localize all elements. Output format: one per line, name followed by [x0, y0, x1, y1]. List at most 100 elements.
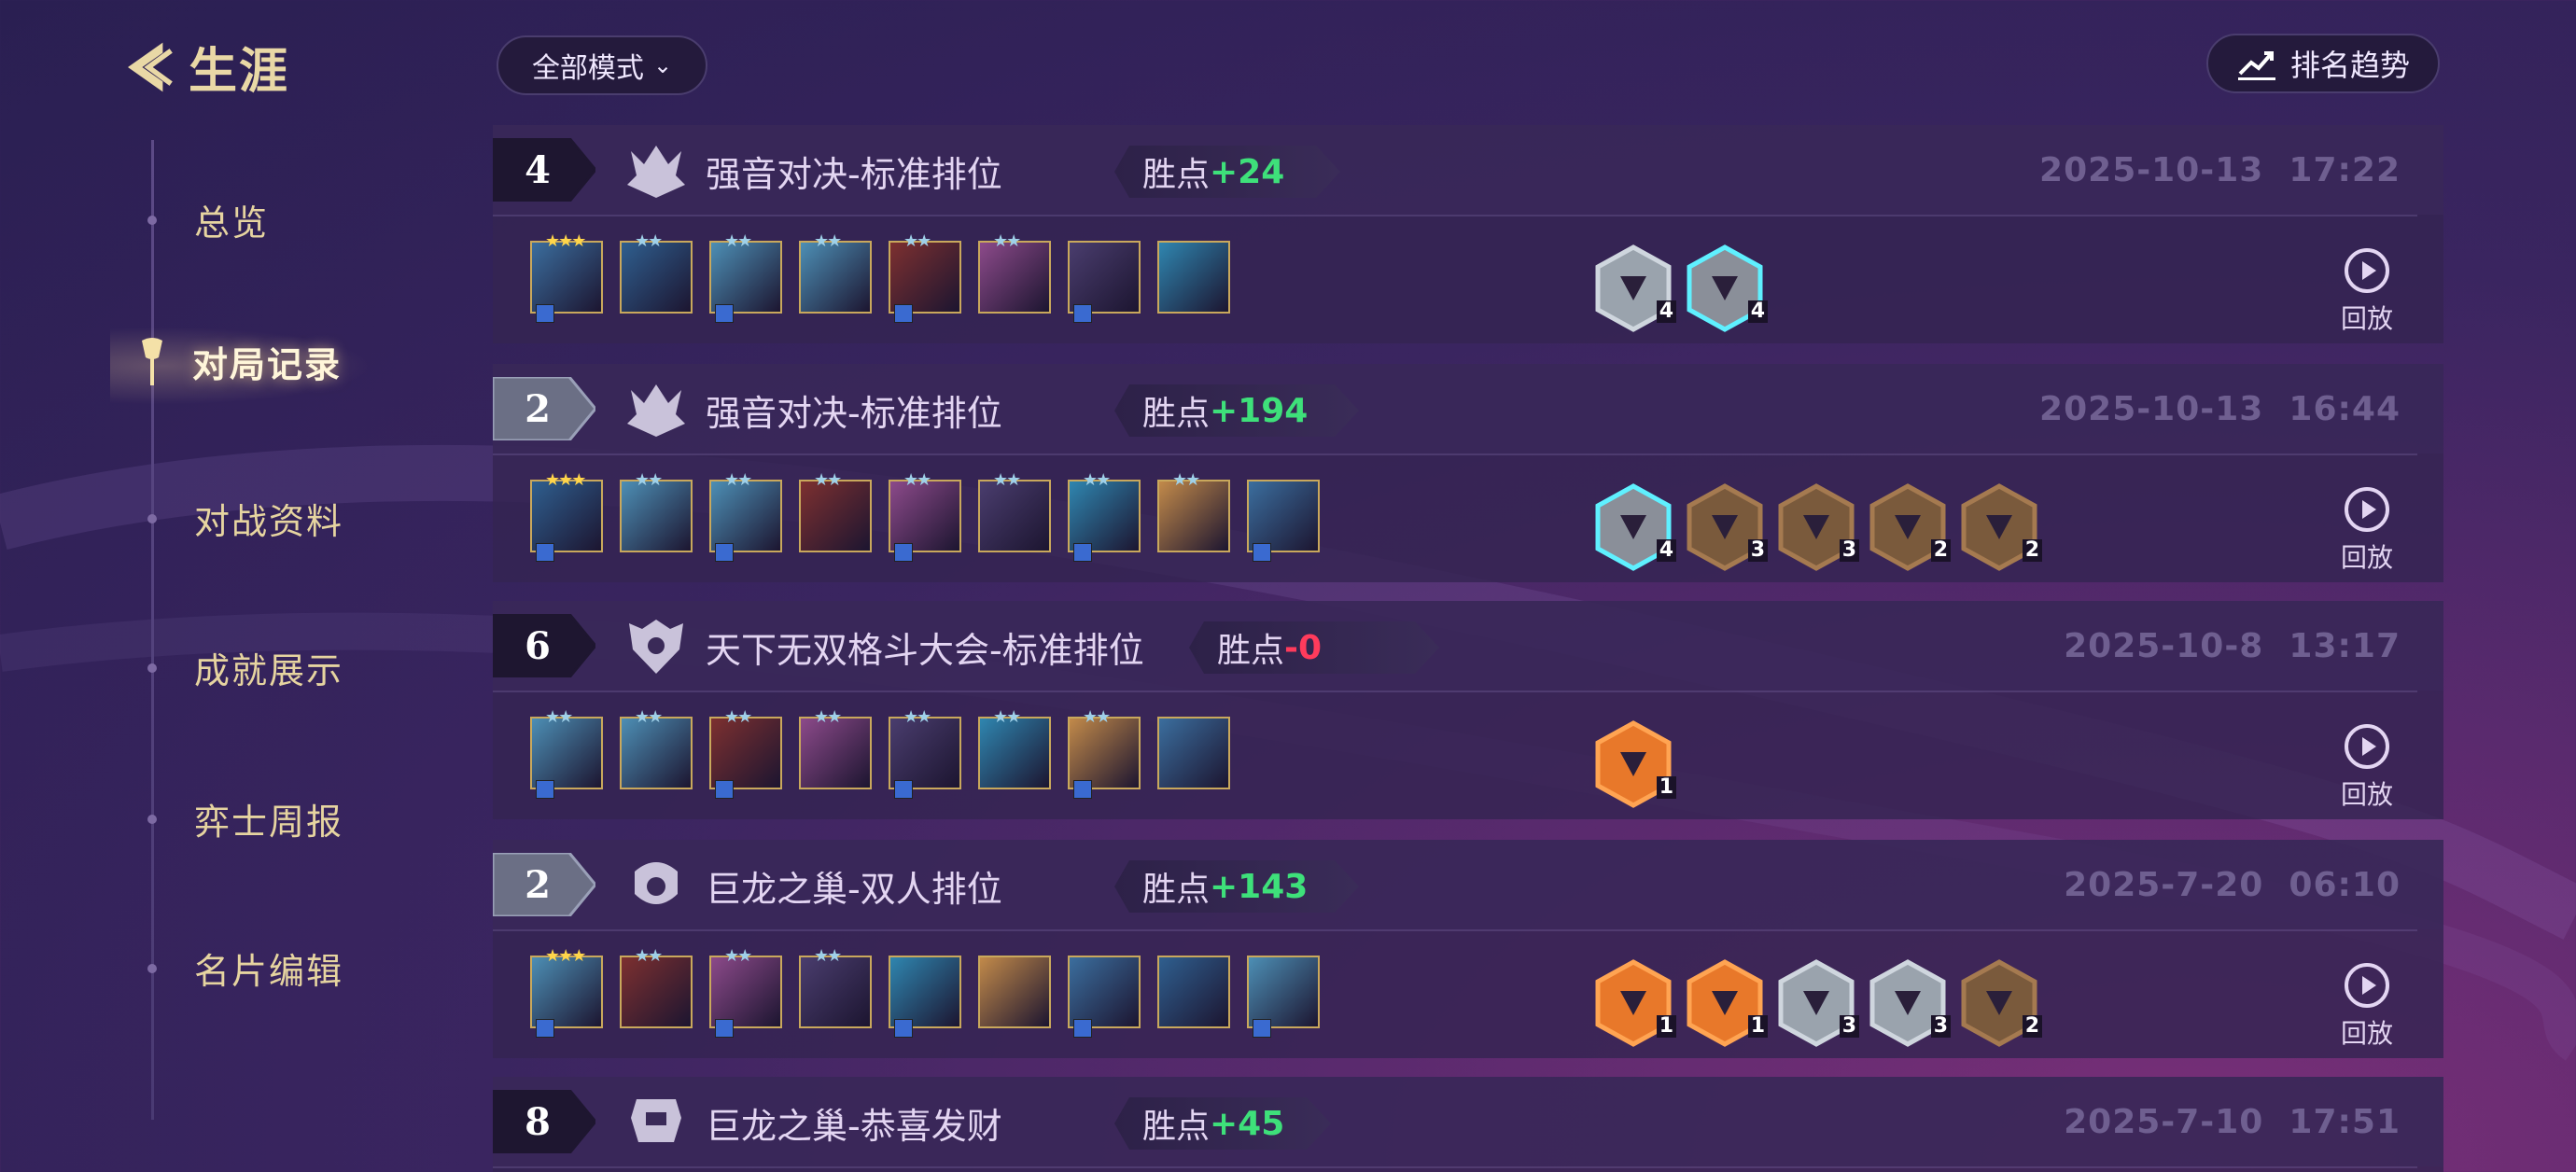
match-card[interactable]: 6 天下无双格斗大会-标准排位 胜点 -0 2025-10-8 13:17 ★★ ★★ ★★ ★… [493, 601, 2443, 819]
champion-portrait[interactable] [1068, 956, 1141, 1038]
replay-button[interactable]: 回放 [2341, 485, 2393, 575]
trait-badge[interactable]: 2 [1960, 483, 2042, 571]
trait-badge[interactable]: 1 [1686, 959, 1768, 1047]
champion-portrait[interactable] [1157, 241, 1230, 314]
trait-badge[interactable]: 3 [1777, 483, 1859, 571]
trait-badge[interactable]: 1 [1594, 720, 1676, 808]
champion-portrait[interactable]: ★★ [620, 946, 693, 1028]
item-icon [536, 543, 554, 562]
champion-portrait[interactable]: ★★★ [530, 231, 603, 323]
game-mode-name: 强音对决-标准排位 [706, 393, 1002, 434]
sidebar-item-label: 名片编辑 [194, 951, 344, 992]
mode-filter-dropdown[interactable]: 全部模式 ⌄ [497, 35, 707, 95]
champion-portrait[interactable]: ★★ [799, 470, 872, 552]
lp-delta: +143 [1210, 867, 1309, 906]
match-card[interactable]: 8 巨龙之巢-恭喜发财 胜点 +45 2025-7-10 17:51 [493, 1077, 2443, 1172]
trait-badge[interactable]: 4 [1594, 483, 1676, 571]
trait-badge[interactable]: 1 [1594, 959, 1676, 1047]
sidebar-item-overview[interactable]: 总览 [140, 194, 269, 245]
star-level-icon: ★★ [635, 946, 663, 966]
star-level-icon: ★★ [1172, 470, 1200, 490]
champion-portrait[interactable]: ★★ [620, 470, 693, 552]
champion-portrait[interactable] [1157, 717, 1230, 789]
back-button[interactable]: 生涯 [118, 32, 289, 102]
lp-delta: +194 [1210, 391, 1309, 430]
champion-portrait[interactable]: ★★★ [530, 470, 603, 562]
replay-button[interactable]: 回放 [2341, 961, 2393, 1051]
champion-portrait[interactable]: ★★★ [530, 946, 603, 1038]
trait-badge[interactable]: 3 [1869, 959, 1951, 1047]
champion-portrait[interactable]: ★★ [799, 946, 872, 1028]
trait-badge[interactable]: 4 [1686, 244, 1768, 332]
champion-portrait[interactable]: ★★ [889, 231, 961, 323]
mode-filter-label: 全部模式 [531, 52, 644, 85]
match-card[interactable]: 2 巨龙之巢-双人排位 胜点 +143 2025-7-20 06:10 ★★★ ★★ ★★ ★★… [493, 840, 2443, 1058]
trait-count: 3 [1839, 539, 1859, 562]
trait-list: 4 3 3 2 2 [1594, 483, 2042, 571]
sidebar-item-achievements[interactable]: 成就展示 [140, 642, 343, 693]
match-datetime: 2025-10-13 16:44 [2039, 390, 2401, 428]
match-date: 2025-10-13 [2039, 390, 2264, 428]
trait-badge[interactable]: 4 [1594, 244, 1676, 332]
match-datetime: 2025-10-8 13:17 [2064, 627, 2401, 665]
star-level-icon: ★★ [724, 470, 752, 490]
placement-number: 2 [525, 862, 551, 907]
champion-portrait[interactable]: ★★ [709, 707, 782, 799]
match-datetime: 2025-10-13 17:22 [2039, 151, 2401, 189]
champion-portrait[interactable]: ★★ [620, 707, 693, 789]
replay-button[interactable]: 回放 [2341, 722, 2393, 812]
champion-portrait[interactable]: ★★ [620, 231, 693, 314]
divider [493, 691, 2417, 692]
trait-badge[interactable]: 2 [1869, 483, 1951, 571]
champion-portrait[interactable]: ★★ [889, 707, 961, 799]
sidebar-item-match-history[interactable]: 对局记录 [140, 336, 342, 387]
sidebar-item-weekly-report[interactable]: 弈士周报 [140, 793, 343, 844]
champion-portrait[interactable] [889, 956, 961, 1038]
champion-portrait[interactable]: ★★ [1157, 470, 1230, 552]
lp-change: 胜点 +24 [1114, 146, 1340, 198]
champion-portrait[interactable] [1068, 241, 1141, 323]
replay-button[interactable]: 回放 [2341, 246, 2393, 336]
trait-count: 4 [1656, 539, 1676, 562]
sidebar-item-card-edit[interactable]: 名片编辑 [140, 942, 343, 994]
champion-portrait[interactable]: ★★ [799, 707, 872, 789]
champion-portrait[interactable]: ★★ [709, 231, 782, 323]
star-level-icon: ★★ [635, 470, 663, 490]
match-date: 2025-7-20 [2064, 866, 2264, 904]
star-level-icon: ★★★ [545, 946, 586, 966]
champion-portrait[interactable] [1247, 480, 1320, 562]
trait-count: 3 [1747, 539, 1768, 562]
nav-dot [147, 663, 157, 673]
trait-badge[interactable]: 2 [1960, 959, 2042, 1047]
lp-delta: +45 [1210, 1104, 1285, 1143]
divider [493, 215, 2417, 216]
trait-badge[interactable]: 3 [1777, 959, 1859, 1047]
trait-badge[interactable]: 3 [1686, 483, 1768, 571]
rank-trend-button[interactable]: 排名趋势 [2206, 34, 2440, 93]
champion-portrait[interactable]: ★★ [978, 707, 1051, 789]
star-level-icon: ★★ [903, 231, 931, 251]
champion-portrait[interactable]: ★★ [1068, 707, 1141, 799]
placement-badge: 8 [493, 1090, 595, 1153]
champion-portrait[interactable]: ★★ [799, 231, 872, 314]
champion-portrait[interactable]: ★★ [978, 231, 1051, 314]
star-level-icon: ★★ [814, 231, 842, 251]
champion-portrait[interactable]: ★★ [889, 470, 961, 562]
match-card[interactable]: 2 强音对决-标准排位 胜点 +194 2025-10-13 16:44 ★★★ ★★ ★★ ★… [493, 364, 2443, 582]
champion-portrait[interactable] [1157, 956, 1230, 1028]
sidebar-item-label: 总览 [194, 202, 270, 244]
champion-portrait[interactable]: ★★ [709, 470, 782, 562]
champion-portrait[interactable] [978, 956, 1051, 1028]
game-mode-icon [631, 1099, 681, 1142]
champion-portrait[interactable]: ★★ [1068, 470, 1141, 562]
item-icon [1073, 780, 1092, 799]
champion-portrait[interactable]: ★★ [709, 946, 782, 1038]
match-card[interactable]: 4 强音对决-标准排位 胜点 +24 2025-10-13 17:22 ★★★ ★★ ★★ ★★… [493, 125, 2443, 343]
game-mode-name: 强音对决-标准排位 [706, 154, 1002, 195]
sidebar-item-battle-stats[interactable]: 对战资料 [140, 493, 343, 544]
champion-portrait[interactable]: ★★ [978, 470, 1051, 552]
champion-portrait[interactable]: ★★ [530, 707, 603, 799]
unit-list: ★★★ ★★ ★★ ★★ ★★ ★★ [530, 231, 1230, 323]
trait-count: 4 [1656, 300, 1676, 323]
champion-portrait[interactable] [1247, 956, 1320, 1038]
